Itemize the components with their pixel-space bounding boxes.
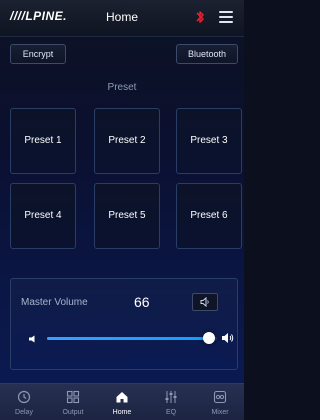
master-volume-label: Master Volume: [21, 297, 88, 308]
mute-button[interactable]: [192, 293, 218, 311]
volume-max-icon: [222, 333, 234, 343]
eq-sliders-icon: [165, 391, 177, 403]
preset-5-button[interactable]: Preset 5: [94, 183, 160, 249]
bluetooth-button[interactable]: Bluetooth: [176, 44, 238, 64]
preset-1-button[interactable]: Preset 1: [10, 108, 76, 174]
nav-item-label: Home: [112, 409, 132, 416]
home-icon: [116, 392, 128, 403]
grid-icon: [66, 390, 80, 404]
preset-6-button[interactable]: Preset 6: [176, 183, 242, 249]
bluetooth-icon[interactable]: [195, 9, 205, 25]
nav-item-delay[interactable]: Delay: [0, 384, 48, 420]
nav-item-home[interactable]: Home: [98, 384, 146, 420]
preset-2-button[interactable]: Preset 2: [94, 108, 160, 174]
nav-item-output[interactable]: Output: [49, 384, 97, 420]
preset-4-button[interactable]: Preset 4: [10, 183, 76, 249]
mixer-icon: [213, 390, 227, 404]
nav-item-label: Output: [62, 409, 84, 416]
nav-item-mixer[interactable]: Mixer: [196, 384, 244, 420]
clock-icon: [17, 390, 31, 404]
encrypt-button[interactable]: Encrypt: [10, 44, 66, 64]
preset-3-button[interactable]: Preset 3: [176, 108, 242, 174]
volume-min-icon: [29, 335, 35, 343]
app-header: ////LPINE. Home: [0, 0, 244, 37]
master-volume-panel: Master Volume 66: [10, 278, 238, 370]
volume-slider-thumb[interactable]: [202, 332, 215, 344]
volume-slider[interactable]: [47, 332, 217, 344]
nav-item-label: Delay: [15, 409, 33, 416]
bottom-navigation: Delay Output Home EQ Mixer: [0, 383, 244, 420]
nav-item-eq[interactable]: EQ: [147, 384, 195, 420]
preset-section-label: Preset: [107, 82, 137, 93]
alpine-logo: ////LPINE.: [10, 9, 68, 23]
page-title: Home: [105, 10, 138, 24]
nav-item-label: Mixer: [211, 409, 229, 416]
hamburger-menu-icon[interactable]: [219, 11, 233, 23]
volume-slider-fill: [47, 337, 209, 340]
master-volume-value: 66: [134, 294, 150, 310]
nav-item-label: EQ: [165, 409, 177, 416]
speaker-icon: [200, 297, 209, 307]
app-screen: ////LPINE. Home Encrypt Bluetooth Preset…: [0, 0, 244, 420]
